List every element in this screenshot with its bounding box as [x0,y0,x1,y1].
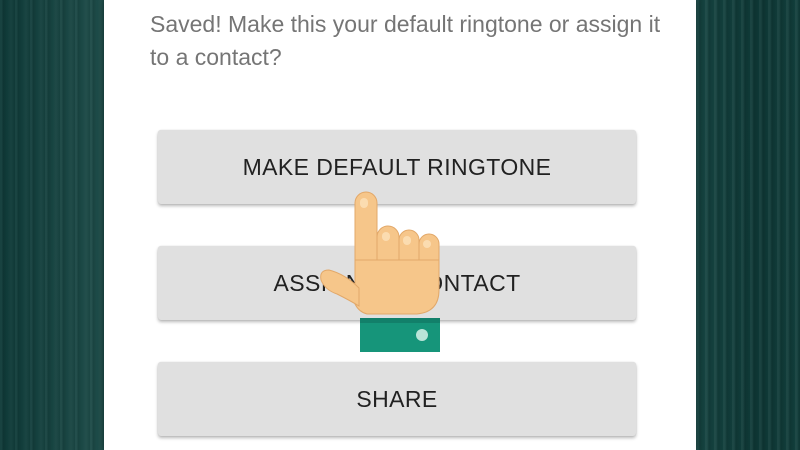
make-default-ringtone-button[interactable]: MAKE DEFAULT RINGTONE [158,130,636,204]
share-button[interactable]: SHARE [158,362,636,436]
background-texture [696,0,800,450]
ringtone-saved-dialog: Saved! Make this your default ringtone o… [104,0,696,450]
assign-to-contact-button[interactable]: ASSIGN TO CONTACT [158,246,636,320]
dialog-message: Saved! Make this your default ringtone o… [150,11,661,70]
app-screen: Saved! Make this your default ringtone o… [0,0,800,450]
